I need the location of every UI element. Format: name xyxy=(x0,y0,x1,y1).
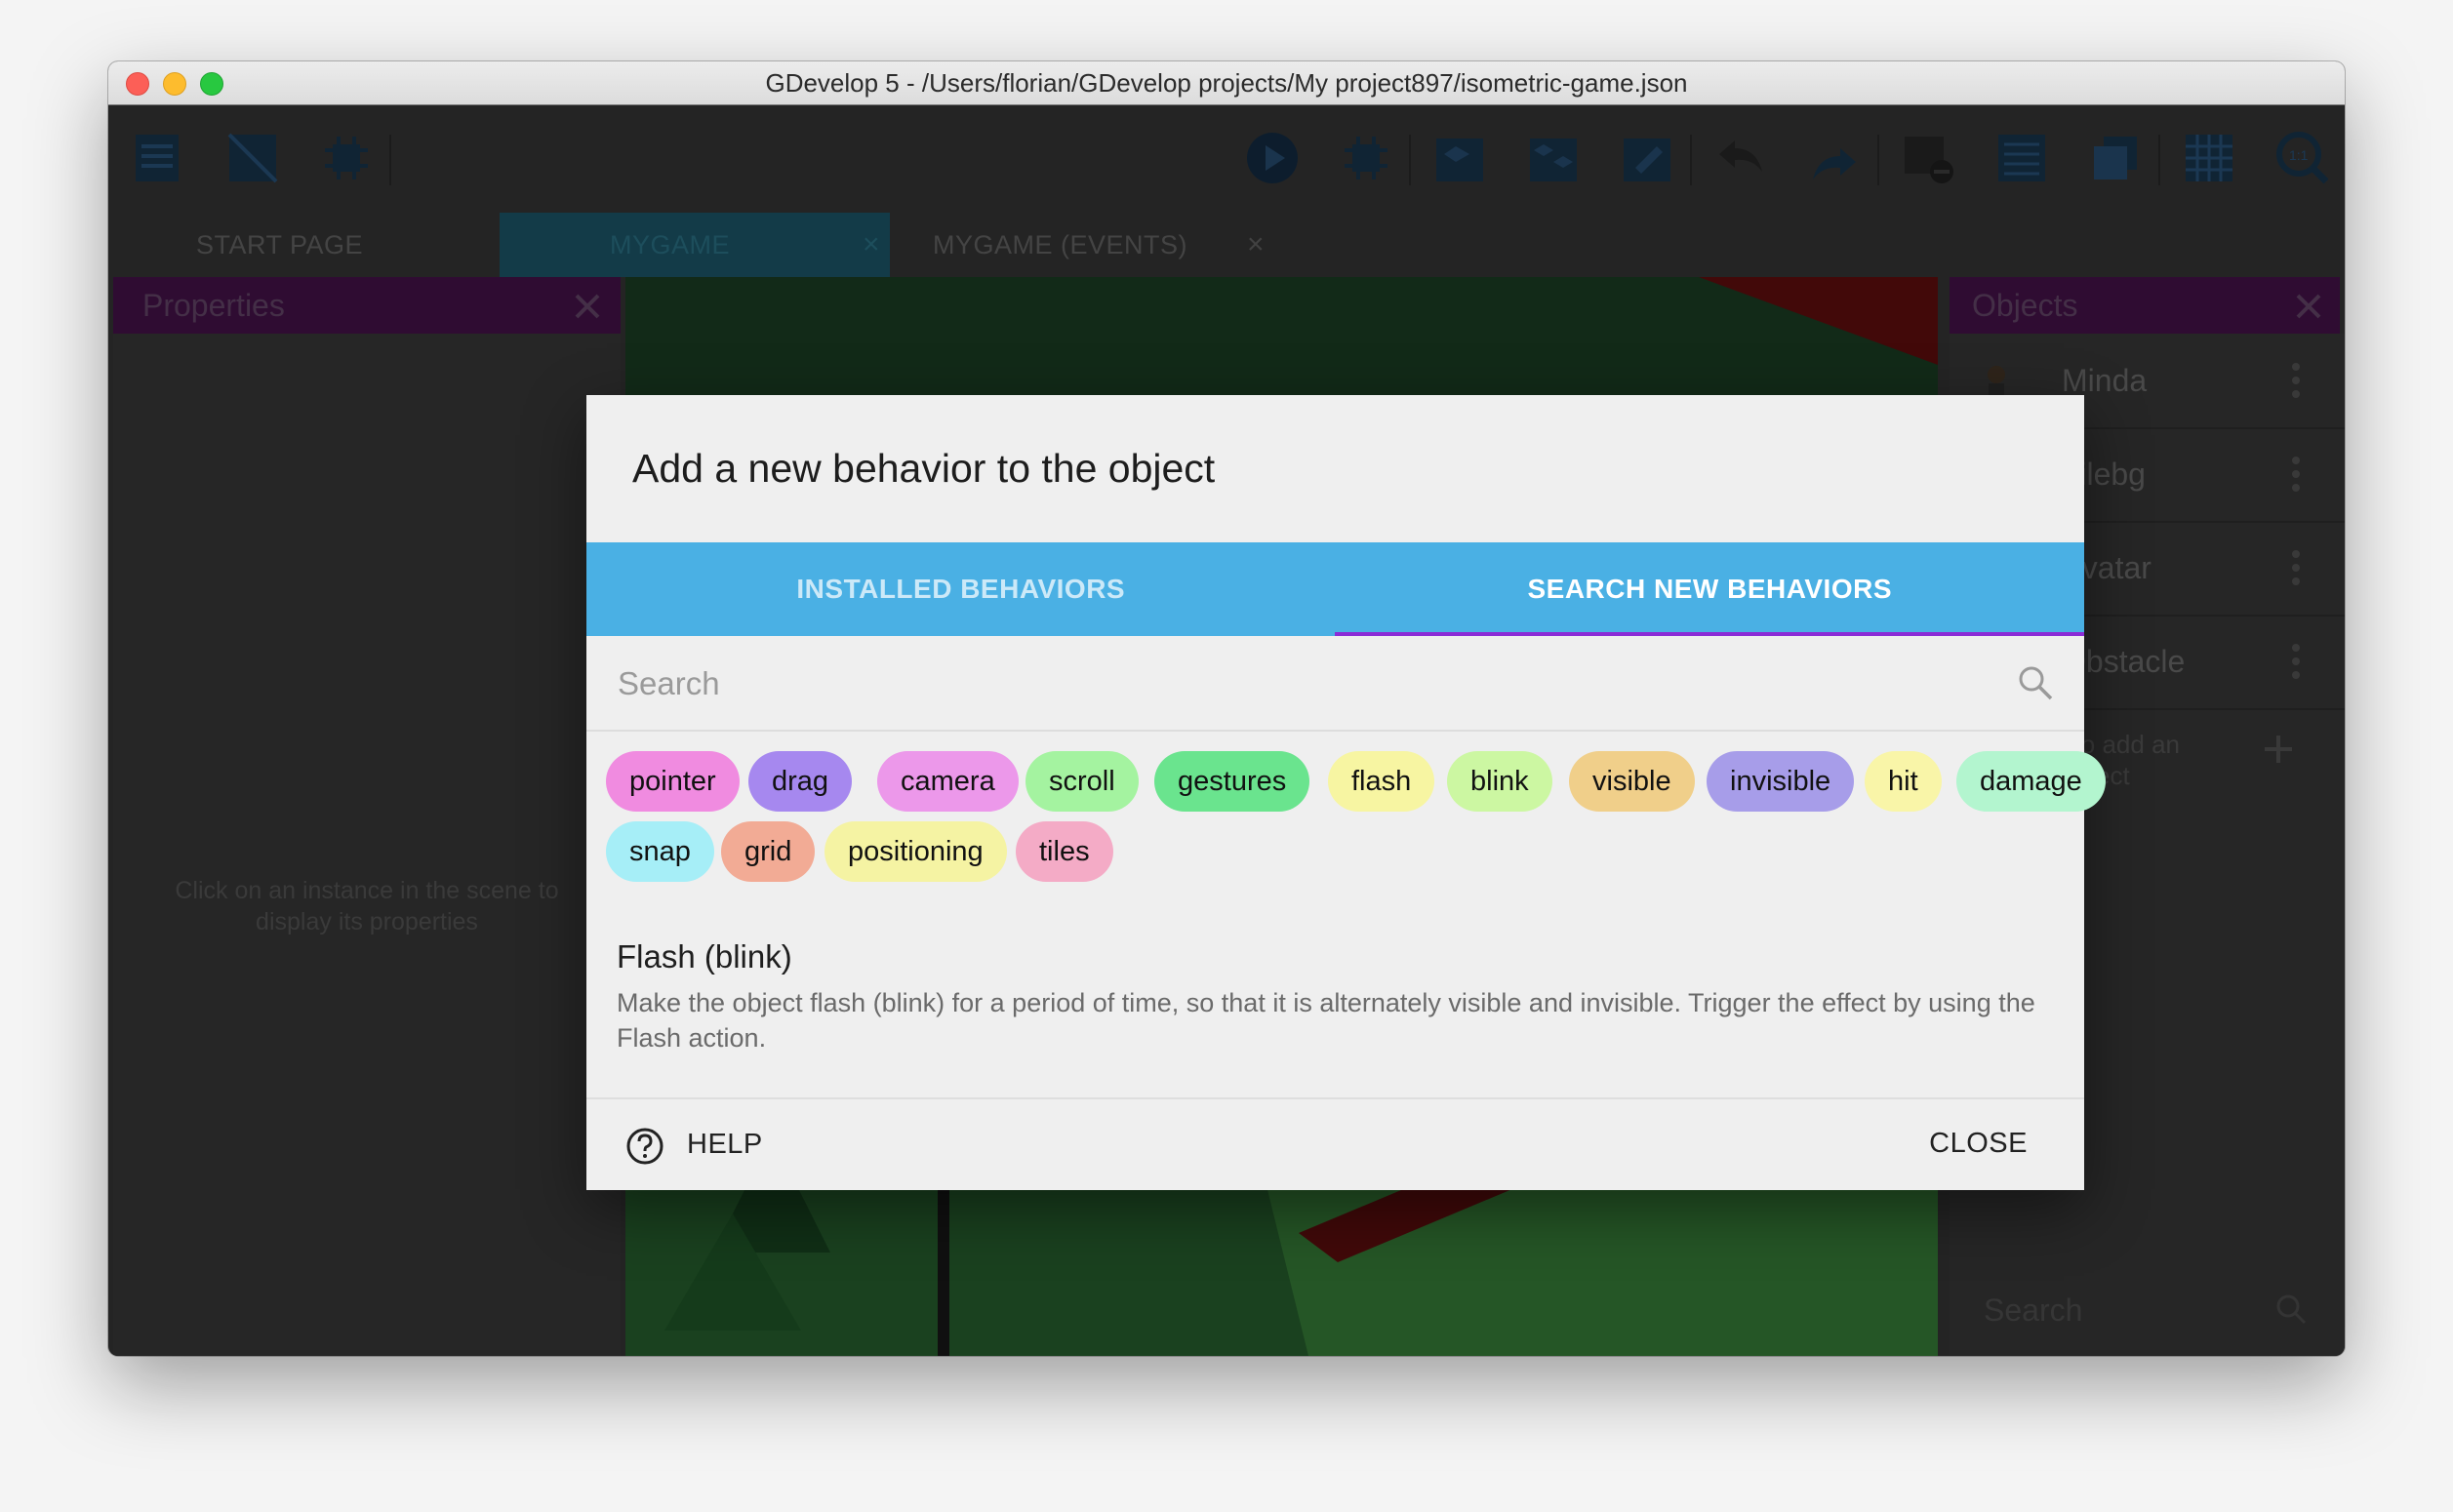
app-window: GDevelop 5 - /Users/florian/GDevelop pro… xyxy=(108,61,2345,1356)
tab-installed-behaviors[interactable]: INSTALLED BEHAVIORS xyxy=(586,542,1336,636)
help-circle-icon xyxy=(626,1128,664,1165)
tag-chip[interactable]: gestures xyxy=(1154,751,1310,812)
behavior-list-item[interactable]: Flash (blink) Make the object flash (bli… xyxy=(617,938,2061,1055)
behavior-description: Make the object flash (blink) for a peri… xyxy=(617,988,2035,1053)
tag-chip[interactable]: grid xyxy=(721,821,816,882)
tag-chip[interactable]: flash xyxy=(1328,751,1435,812)
dialog-footer: HELP CLOSE xyxy=(586,1097,2084,1192)
tag-chip[interactable]: drag xyxy=(748,751,853,812)
tag-chip[interactable]: damage xyxy=(1956,751,2106,812)
close-button[interactable]: CLOSE xyxy=(1929,1128,2028,1160)
search-icon[interactable] xyxy=(2016,663,2055,702)
tag-chip[interactable]: hit xyxy=(1865,751,1942,812)
tag-chip[interactable]: positioning xyxy=(824,821,1007,882)
add-behavior-dialog: Add a new behavior to the object INSTALL… xyxy=(586,395,2106,1192)
tag-chip[interactable]: visible xyxy=(1569,751,1695,812)
tag-chip[interactable]: camera xyxy=(877,751,1019,812)
behavior-search-bar xyxy=(586,636,2084,732)
dialog-tab-bar: INSTALLED BEHAVIORS SEARCH NEW BEHAVIORS xyxy=(586,542,2084,636)
window-title: GDevelop 5 - /Users/florian/GDevelop pro… xyxy=(765,68,1688,98)
behavior-name: Flash (blink) xyxy=(617,938,792,975)
window-close-control[interactable] xyxy=(126,72,149,96)
help-label: HELP xyxy=(687,1129,763,1160)
tag-chip[interactable]: snap xyxy=(606,821,714,882)
tag-chip[interactable]: blink xyxy=(1447,751,1552,812)
dialog-title: Add a new behavior to the object xyxy=(632,446,1216,491)
tag-chip[interactable]: invisible xyxy=(1707,751,1855,812)
search-input[interactable] xyxy=(616,656,2005,712)
window-minimize-control[interactable] xyxy=(163,72,186,96)
tag-chip[interactable]: scroll xyxy=(1025,751,1139,812)
tag-chip[interactable]: pointer xyxy=(606,751,740,812)
tag-chip[interactable]: tiles xyxy=(1016,821,1113,882)
window-titlebar: GDevelop 5 - /Users/florian/GDevelop pro… xyxy=(108,61,2345,105)
window-zoom-control[interactable] xyxy=(200,72,223,96)
tab-search-new-behaviors[interactable]: SEARCH NEW BEHAVIORS xyxy=(1336,542,2085,636)
